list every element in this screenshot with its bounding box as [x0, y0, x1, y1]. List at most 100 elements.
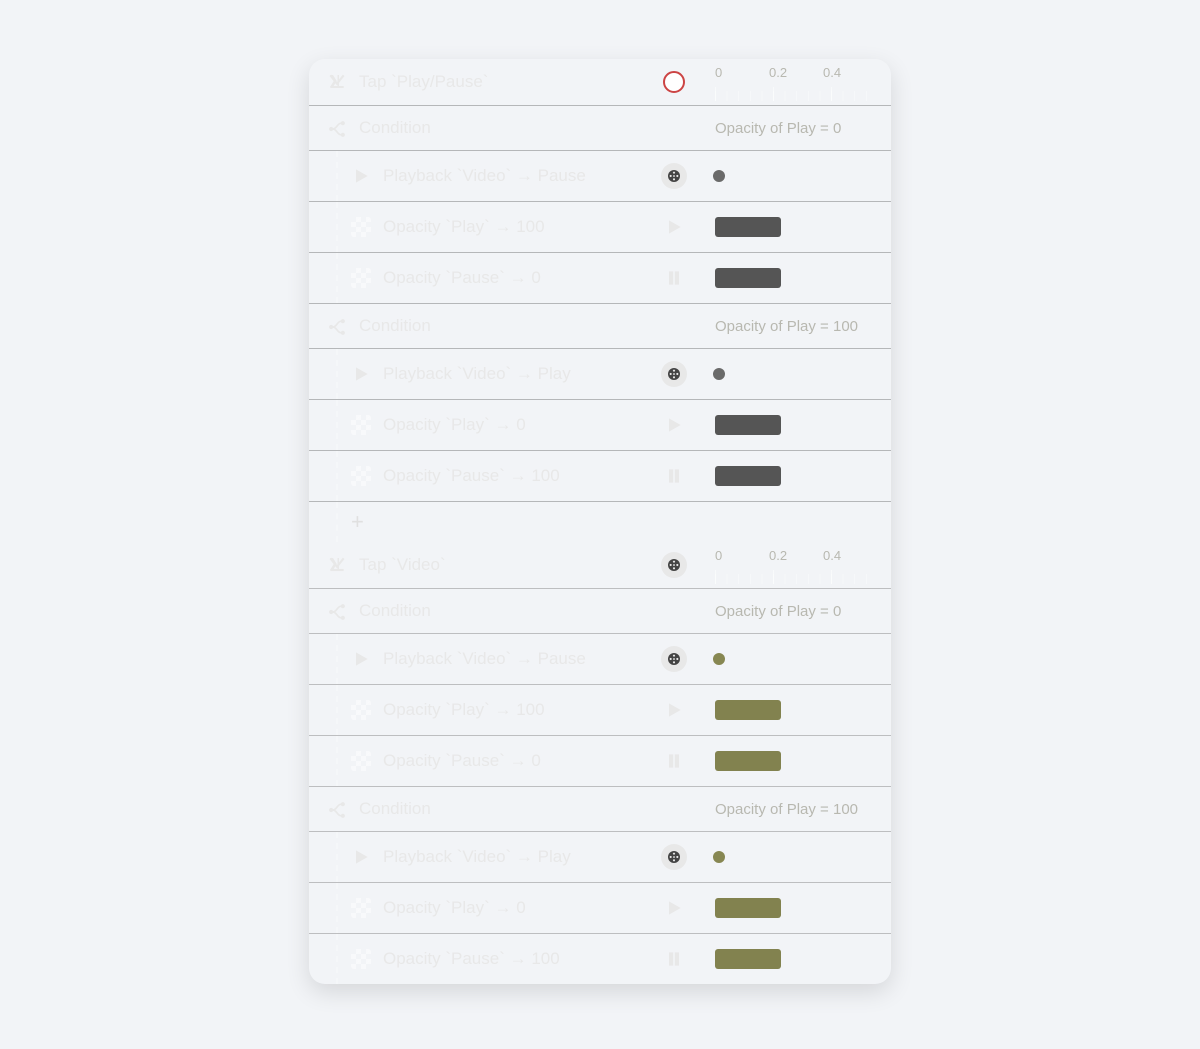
trigger-badge — [661, 552, 687, 578]
action-row[interactable]: Opacity `Pause` → 100 — [309, 934, 891, 984]
action-row[interactable]: Opacity `Pause` → 0 — [309, 253, 891, 304]
action-row[interactable]: Playback `Video` → Pause — [309, 151, 891, 202]
opacity-icon — [351, 898, 371, 918]
tree-guide — [325, 736, 349, 786]
opacity-icon — [349, 266, 373, 290]
ruler-tick-label: 0.4 — [823, 65, 877, 80]
action-label: Opacity `Play` → 100 — [383, 700, 661, 720]
opacity-icon — [351, 268, 371, 288]
film-reel-icon — [661, 646, 687, 672]
opacity-icon — [349, 698, 373, 722]
action-label: Opacity `Play` → 0 — [383, 415, 661, 435]
tree-guide — [325, 832, 349, 882]
tree-guide — [325, 685, 349, 735]
film-reel-icon — [661, 361, 687, 387]
action-label: Opacity `Pause` → 100 — [383, 949, 661, 969]
interaction-section: Tap `Play/Pause` 0 0.2 0.4 Condition Opa… — [309, 59, 891, 542]
opacity-icon — [351, 700, 371, 720]
action-row[interactable]: Opacity `Play` → 0 — [309, 400, 891, 451]
trigger-icon — [325, 70, 349, 94]
condition-expression: Opacity of Play = 0 — [715, 120, 841, 137]
add-action-row[interactable]: + — [309, 502, 891, 542]
opacity-icon — [351, 466, 371, 486]
tree-guide — [325, 451, 349, 501]
timeline-ruler: 0 0.2 0.4 — [715, 59, 877, 105]
play-icon — [661, 895, 687, 921]
record-indicator-icon — [663, 71, 685, 93]
ruler-tick-label: 0.4 — [823, 548, 877, 563]
film-reel-icon — [661, 361, 687, 387]
condition-label: Condition — [359, 601, 687, 621]
pause-icon — [661, 265, 687, 291]
opacity-icon — [349, 413, 373, 437]
opacity-icon — [349, 896, 373, 920]
branch-icon — [325, 599, 349, 623]
plus-icon: + — [351, 509, 364, 535]
branch-icon — [325, 314, 349, 338]
condition-row[interactable]: Condition Opacity of Play = 0 — [309, 106, 891, 151]
opacity-icon — [351, 949, 371, 969]
trigger-row[interactable]: Tap `Video` 0 0.2 0.4 — [309, 542, 891, 589]
trigger-label: Tap `Play/Pause` — [359, 72, 661, 92]
condition-expression: Opacity of Play = 100 — [715, 318, 858, 335]
timeline-keyframe[interactable] — [713, 368, 725, 380]
action-label: Opacity `Pause` → 0 — [383, 751, 661, 771]
opacity-icon — [351, 751, 371, 771]
timeline-duration-bar[interactable] — [715, 949, 781, 969]
timeline-duration-bar[interactable] — [715, 751, 781, 771]
film-reel-icon — [661, 646, 687, 672]
timeline-duration-bar[interactable] — [715, 898, 781, 918]
action-label: Opacity `Play` → 0 — [383, 898, 661, 918]
play-icon — [661, 412, 687, 438]
tree-guide — [325, 349, 349, 399]
timeline-keyframe[interactable] — [713, 170, 725, 182]
tree-guide — [325, 634, 349, 684]
film-reel-icon — [661, 552, 687, 578]
play-icon — [661, 214, 687, 240]
play-icon — [349, 647, 373, 671]
action-row[interactable]: Playback `Video` → Pause — [309, 634, 891, 685]
action-row[interactable]: Opacity `Pause` → 100 — [309, 451, 891, 502]
opacity-icon — [349, 215, 373, 239]
timeline-duration-bar[interactable] — [715, 217, 781, 237]
action-row[interactable]: Opacity `Play` → 0 — [309, 883, 891, 934]
timeline-keyframe[interactable] — [713, 653, 725, 665]
branch-icon — [325, 797, 349, 821]
tree-guide — [325, 502, 349, 542]
action-row[interactable]: Opacity `Play` → 100 — [309, 685, 891, 736]
action-label: Opacity `Play` → 100 — [383, 217, 661, 237]
tree-guide — [325, 934, 349, 984]
condition-row[interactable]: Condition Opacity of Play = 100 — [309, 787, 891, 832]
condition-row[interactable]: Condition Opacity of Play = 100 — [309, 304, 891, 349]
timeline-duration-bar[interactable] — [715, 700, 781, 720]
trigger-row[interactable]: Tap `Play/Pause` 0 0.2 0.4 — [309, 59, 891, 106]
timeline-duration-bar[interactable] — [715, 466, 781, 486]
action-label: Playback `Video` → Play — [383, 847, 661, 867]
ruler-tick-label: 0.2 — [769, 65, 823, 80]
action-row[interactable]: Opacity `Play` → 100 — [309, 202, 891, 253]
condition-label: Condition — [359, 799, 687, 819]
film-reel-icon — [661, 844, 687, 870]
pause-icon — [661, 463, 687, 489]
action-label: Playback `Video` → Pause — [383, 649, 661, 669]
interaction-section: Tap `Video` 0 0.2 0.4 Condition Opacity … — [309, 542, 891, 984]
pause-icon — [661, 748, 687, 774]
film-reel-icon — [661, 844, 687, 870]
condition-expression: Opacity of Play = 0 — [715, 603, 841, 620]
action-row[interactable]: Playback `Video` → Play — [309, 349, 891, 400]
ruler-tick-label: 0 — [715, 548, 769, 563]
opacity-icon — [351, 415, 371, 435]
condition-row[interactable]: Condition Opacity of Play = 0 — [309, 589, 891, 634]
action-row[interactable]: Playback `Video` → Play — [309, 832, 891, 883]
timeline-duration-bar[interactable] — [715, 415, 781, 435]
play-icon — [349, 362, 373, 386]
timeline-duration-bar[interactable] — [715, 268, 781, 288]
action-row[interactable]: Opacity `Pause` → 0 — [309, 736, 891, 787]
timeline-keyframe[interactable] — [713, 851, 725, 863]
film-reel-icon — [661, 163, 687, 189]
condition-label: Condition — [359, 316, 687, 336]
ruler-tick-label: 0 — [715, 65, 769, 80]
condition-expression: Opacity of Play = 100 — [715, 801, 858, 818]
opacity-icon — [349, 947, 373, 971]
play-icon — [349, 845, 373, 869]
